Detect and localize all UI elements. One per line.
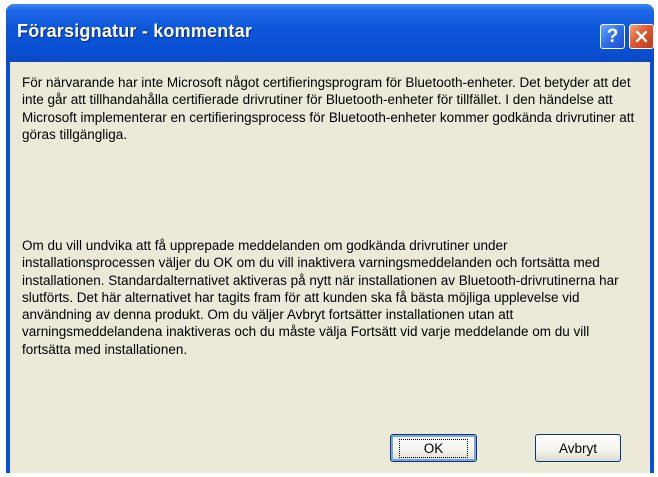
dialog-window: Förarsignatur - kommentar ? För närvaran… bbox=[6, 4, 654, 473]
ok-button-label: OK bbox=[398, 438, 469, 458]
cancel-button-label: Avbryt bbox=[558, 440, 597, 456]
close-icon bbox=[635, 30, 648, 43]
ok-button[interactable]: OK bbox=[390, 434, 477, 462]
help-button[interactable]: ? bbox=[600, 24, 625, 49]
message-paragraph-2: Om du vill undvika att få upprepade medd… bbox=[22, 238, 619, 357]
title-bar[interactable]: Förarsignatur - kommentar ? bbox=[6, 4, 654, 62]
message-paragraph-1: För närvarande har inte Microsoft något … bbox=[22, 75, 635, 142]
help-icon: ? bbox=[606, 26, 619, 47]
cancel-button[interactable]: Avbryt bbox=[535, 434, 621, 462]
dialog-title: Förarsignatur - kommentar bbox=[17, 21, 253, 41]
close-button[interactable] bbox=[629, 24, 654, 49]
dialog-body: För närvarande har inte Microsoft något … bbox=[10, 62, 650, 473]
